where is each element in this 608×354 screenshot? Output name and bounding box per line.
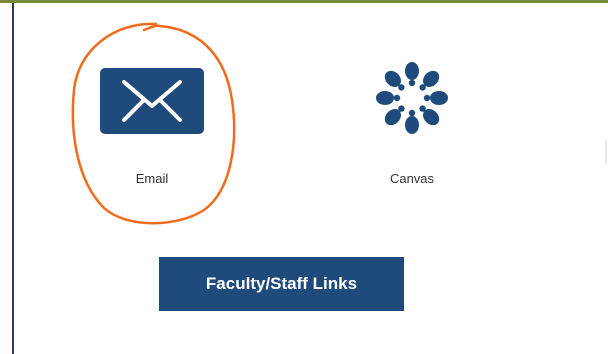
envelope-icon-graphic (122, 80, 182, 122)
canvas-logo-icon[interactable] (372, 58, 452, 138)
faculty-staff-links-button[interactable]: Faculty/Staff Links (159, 257, 404, 311)
right-edge-mark (605, 140, 607, 164)
page: Email Canvas Faculty/Staff Links (0, 0, 608, 354)
email-tile[interactable]: Email (100, 68, 204, 186)
top-border (0, 0, 608, 3)
left-border (12, 3, 14, 354)
email-label[interactable]: Email (100, 171, 204, 186)
envelope-icon[interactable] (100, 68, 204, 134)
canvas-tile[interactable]: Canvas (350, 58, 474, 186)
canvas-label[interactable]: Canvas (350, 171, 474, 186)
